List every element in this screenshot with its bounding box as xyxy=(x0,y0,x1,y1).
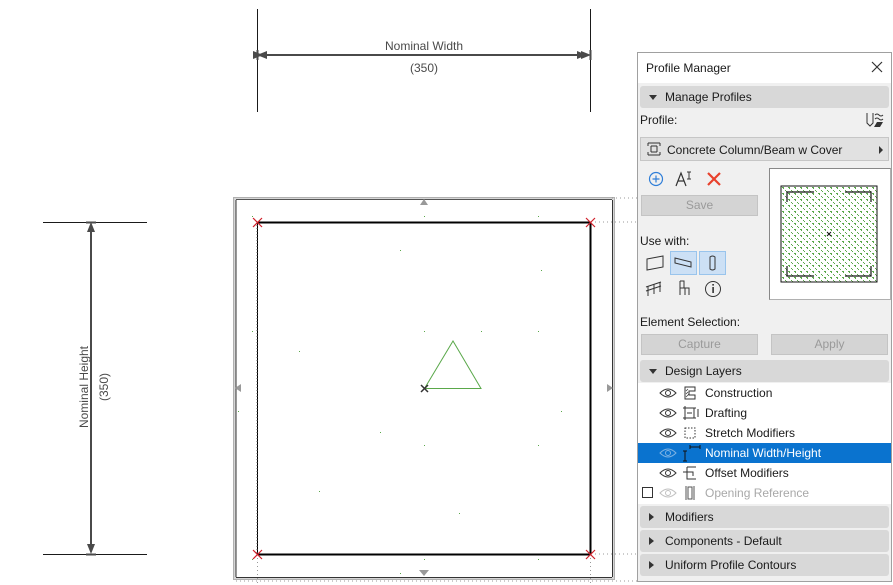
offset-modifiers-icon xyxy=(683,466,696,480)
capture-button[interactable]: Capture xyxy=(641,334,758,355)
layer-name: Offset Modifiers xyxy=(705,466,789,480)
element-selection-label: Element Selection: xyxy=(640,315,741,329)
layer-name: Construction xyxy=(705,386,773,400)
height-dimension[interactable] xyxy=(43,221,147,556)
profile-preview xyxy=(769,168,891,300)
column-icon xyxy=(709,255,716,271)
construction-icon xyxy=(684,386,696,400)
use-with-info-button[interactable] xyxy=(699,277,726,301)
height-dimension-value: (350) xyxy=(97,373,111,402)
eye-icon[interactable] xyxy=(659,427,677,439)
section-label: Components - Default xyxy=(665,534,782,548)
profile-label: Profile: xyxy=(640,113,678,127)
section-label: Modifiers xyxy=(665,510,714,524)
profile-attributes-icon[interactable] xyxy=(865,111,885,129)
width-dimension-label: Nominal Width xyxy=(384,39,464,53)
collapse-triangle-icon xyxy=(649,95,657,100)
layer-row-offset-modifiers[interactable]: Offset Modifiers xyxy=(638,463,891,483)
expand-triangle-icon xyxy=(649,537,654,545)
beam-icon xyxy=(674,257,692,268)
submenu-arrow-icon xyxy=(879,146,883,154)
delete-profile-icon[interactable] xyxy=(704,169,724,189)
collapse-triangle-icon xyxy=(649,369,657,374)
use-with-object-button[interactable] xyxy=(670,277,697,301)
object-icon xyxy=(679,280,690,295)
layer-row-nominal-width-height[interactable]: Nominal Width/Height xyxy=(638,443,891,463)
layer-row-drafting[interactable]: Drafting xyxy=(638,403,891,423)
section-components-default[interactable]: Components - Default xyxy=(640,530,889,552)
eye-icon[interactable] xyxy=(659,467,677,479)
add-profile-icon[interactable] xyxy=(646,169,666,189)
eye-icon[interactable] xyxy=(659,387,677,399)
layer-row-stretch-modifiers[interactable]: Stretch Modifiers xyxy=(638,423,891,443)
railing-icon xyxy=(645,281,662,296)
layer-name: Opening Reference xyxy=(705,486,810,500)
eye-icon[interactable] xyxy=(659,407,677,419)
layer-name: Nominal Width/Height xyxy=(705,446,822,460)
use-with-label: Use with: xyxy=(640,234,690,248)
stretch-modifiers-icon xyxy=(684,427,696,439)
use-with-column-button[interactable] xyxy=(699,251,726,275)
profile-dropdown[interactable]: Concrete Column/Beam w Cover xyxy=(640,137,889,161)
use-with-beam-button[interactable] xyxy=(670,251,697,275)
layer-name: Stretch Modifiers xyxy=(705,426,796,440)
nominal-width-height-icon xyxy=(683,445,701,462)
expand-triangle-icon xyxy=(649,513,654,521)
eye-icon[interactable] xyxy=(659,487,677,499)
layer-checkbox[interactable] xyxy=(642,487,653,498)
layer-row-construction[interactable]: Construction xyxy=(638,383,891,403)
section-label: Design Layers xyxy=(665,364,742,378)
use-with-railing-button[interactable] xyxy=(641,277,668,301)
apply-button[interactable]: Apply xyxy=(771,334,888,355)
eye-icon[interactable] xyxy=(659,447,677,459)
section-label: Uniform Profile Contours xyxy=(665,558,797,572)
rename-profile-icon[interactable] xyxy=(674,169,694,189)
section-manage-profiles[interactable]: Manage Profiles xyxy=(640,86,889,108)
preview-drawing xyxy=(780,185,878,283)
drafting-icon xyxy=(683,406,699,420)
design-layer-list: Construction Drafting Stretch Modifiers … xyxy=(638,383,891,504)
section-design-layers[interactable]: Design Layers xyxy=(640,360,889,382)
profile-value: Concrete Column/Beam w Cover xyxy=(667,143,843,157)
width-dimension-value: (350) xyxy=(409,61,438,75)
section-label: Manage Profiles xyxy=(665,90,752,104)
use-with-wall-button[interactable] xyxy=(641,251,668,275)
info-icon xyxy=(705,281,721,297)
panel-title: Profile Manager xyxy=(646,61,731,75)
profile-manager-panel: Profile Manager Manage Profiles Profile:… xyxy=(637,52,892,582)
close-icon[interactable] xyxy=(869,59,885,75)
expand-triangle-icon xyxy=(649,561,654,569)
layer-name: Drafting xyxy=(705,406,748,420)
opening-reference-icon xyxy=(685,486,695,500)
height-dimension-label: Nominal Height xyxy=(77,345,91,429)
layer-row-opening-reference[interactable]: Opening Reference xyxy=(638,483,891,503)
wall-icon xyxy=(646,255,664,271)
profile-icon xyxy=(647,142,661,156)
section-uniform-profile-contours[interactable]: Uniform Profile Contours xyxy=(640,554,889,576)
save-button[interactable]: Save xyxy=(641,195,758,216)
panel-title-bar[interactable]: Profile Manager xyxy=(638,53,891,83)
section-modifiers[interactable]: Modifiers xyxy=(640,506,889,528)
